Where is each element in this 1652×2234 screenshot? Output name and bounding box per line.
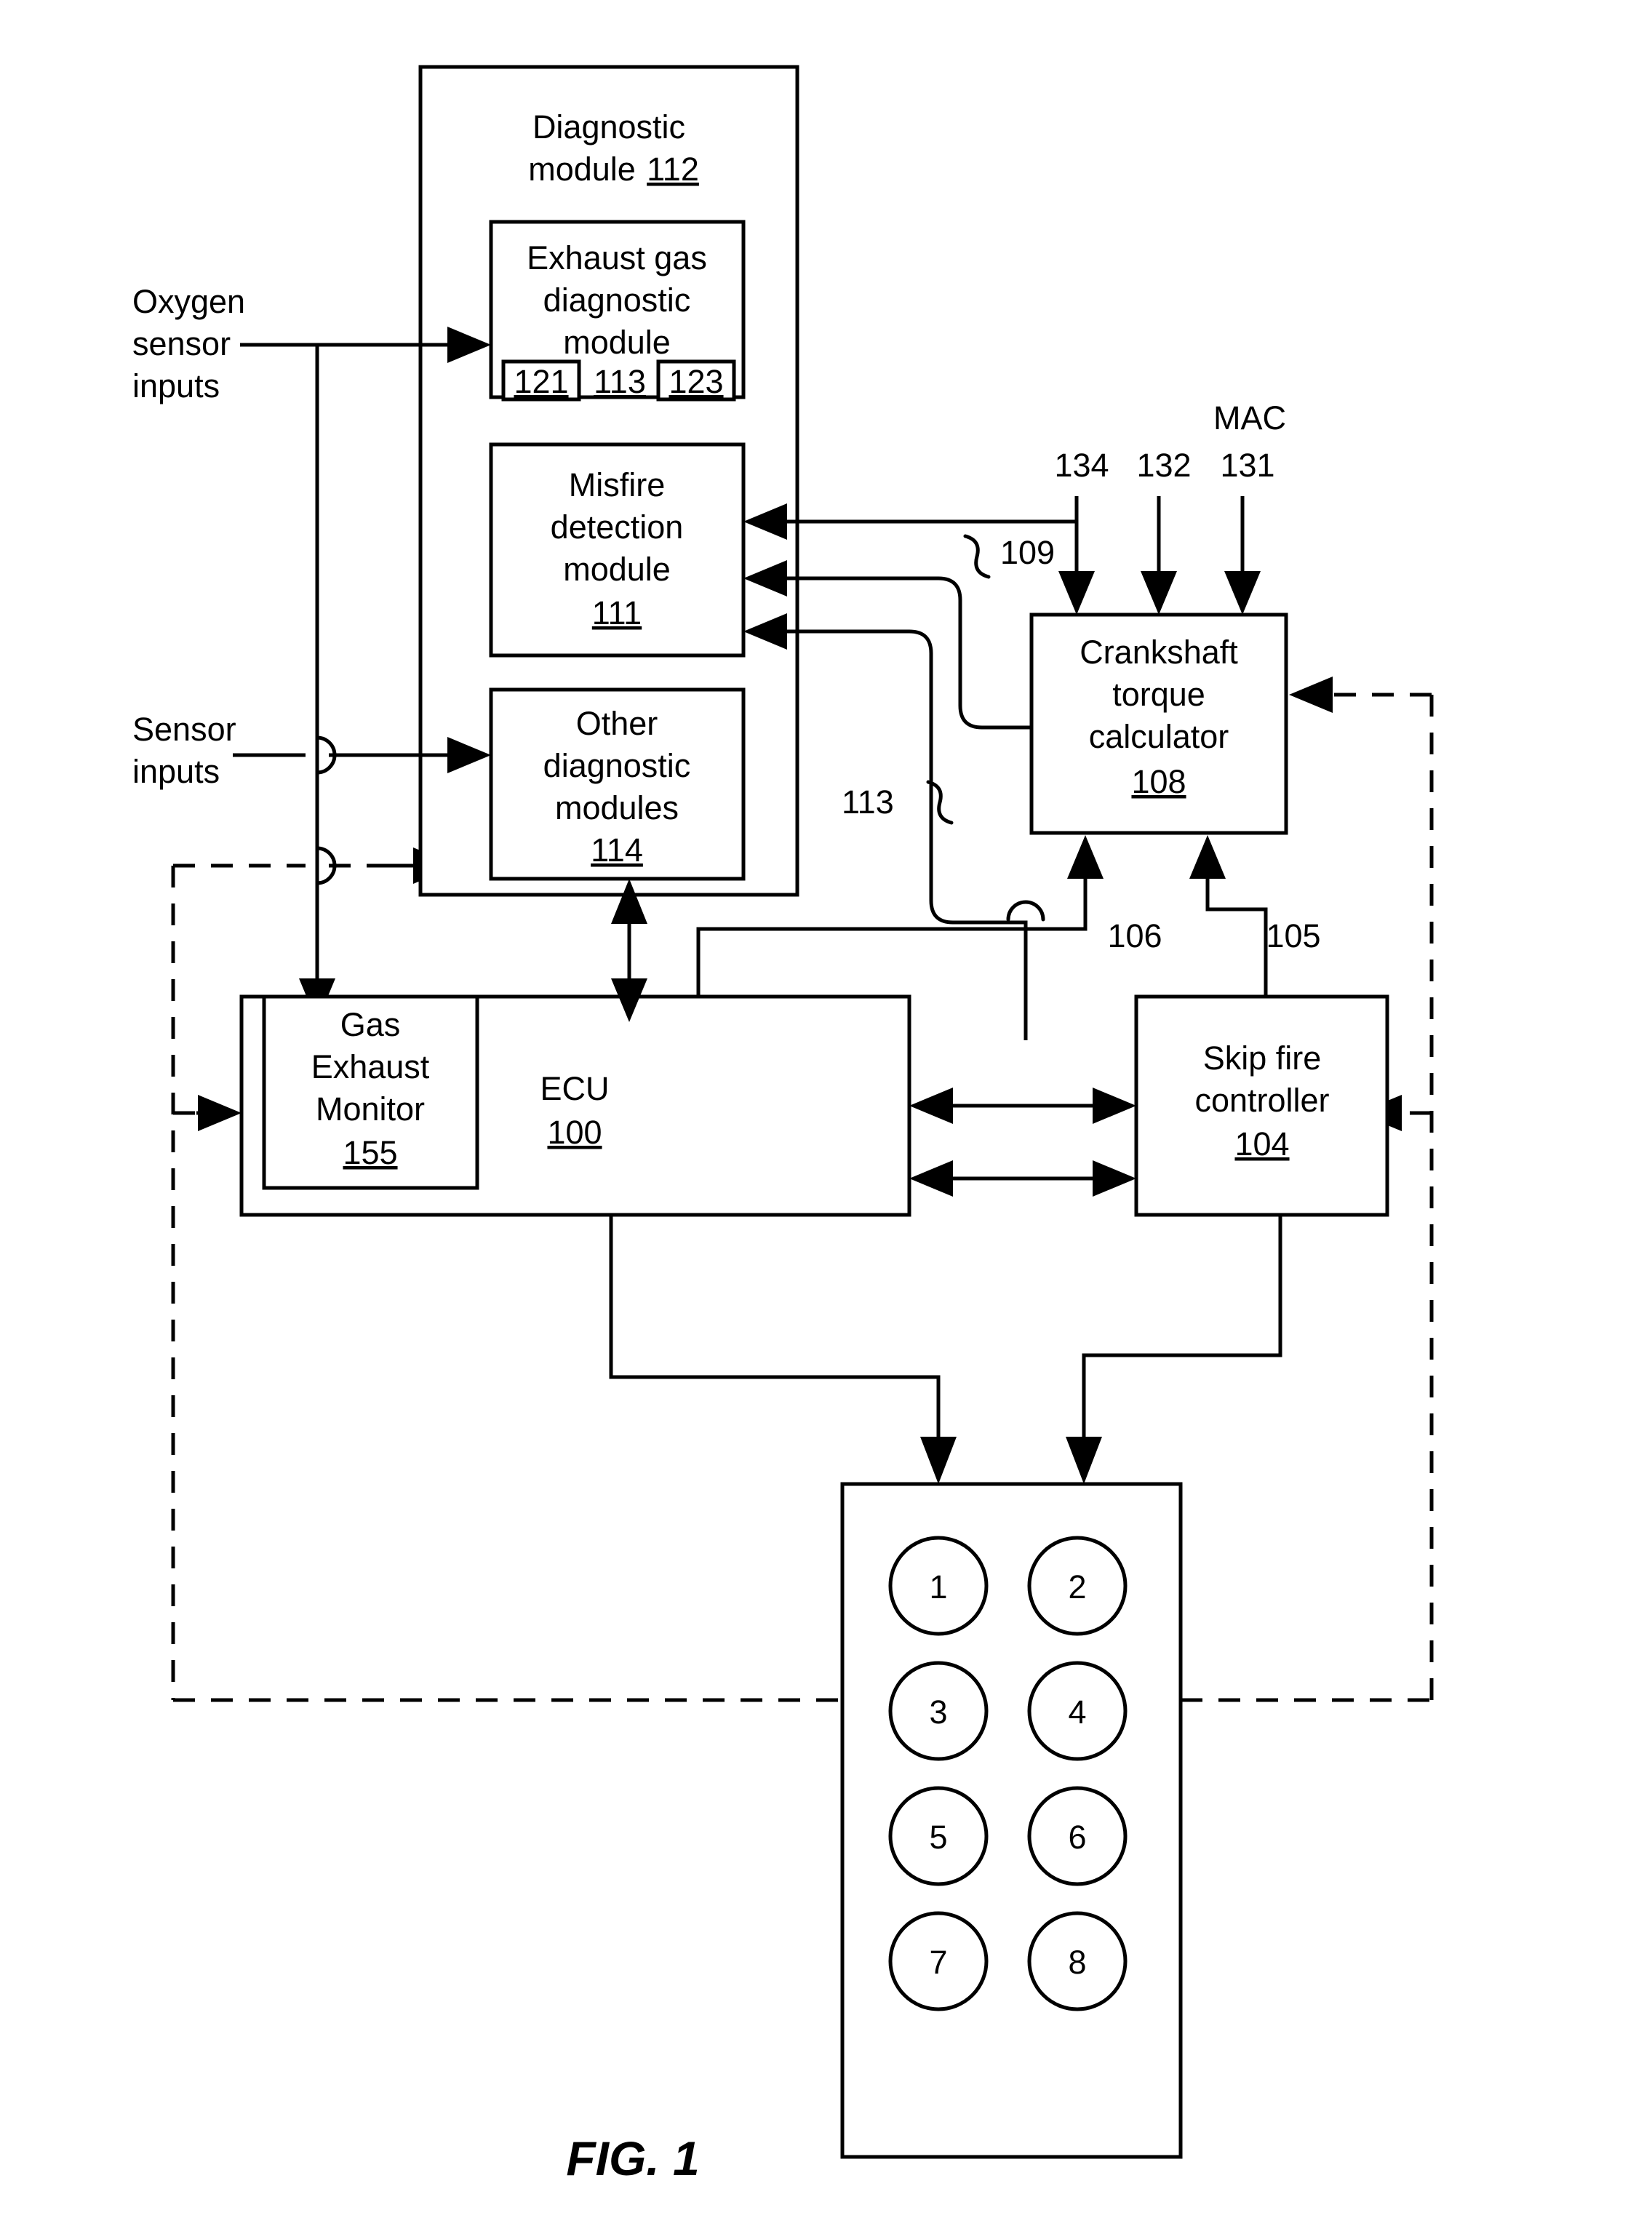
exhaust-gas-module-label-line1: Exhaust gas bbox=[527, 239, 707, 276]
signal-109-path bbox=[787, 576, 1031, 730]
signal-113-label: 113 bbox=[842, 783, 894, 821]
crankshaft-label-line1: Crankshaft bbox=[1080, 634, 1238, 671]
arrowhead-to-ecu bbox=[198, 1095, 242, 1131]
cylinder-number-3: 3 bbox=[929, 1694, 947, 1731]
skip-fire-ref: 104 bbox=[1234, 1125, 1289, 1162]
skip-fire-label-line2: controller bbox=[1194, 1082, 1329, 1119]
other-modules-label-line3: modules bbox=[555, 789, 679, 826]
signal-113-path bbox=[787, 629, 1028, 1040]
arrowhead-ecu-to-skipfire-lower bbox=[1093, 1160, 1136, 1197]
arrowhead-132-to-crankshaft bbox=[1141, 571, 1177, 615]
arrowhead-ecu-to-skipfire-upper bbox=[1093, 1088, 1136, 1124]
cylinder-number-2: 2 bbox=[1068, 1568, 1086, 1605]
misfire-module-label-line3: module bbox=[563, 551, 671, 588]
other-modules-label-line1: Other bbox=[576, 705, 658, 742]
ecu-label: ECU bbox=[540, 1070, 609, 1107]
other-modules-label-line2: diagnostic bbox=[543, 747, 691, 784]
arrowhead-106-to-crankshaft bbox=[1067, 835, 1104, 879]
diagnostic-module-label-line1: Diagnostic bbox=[532, 108, 685, 145]
cylinder-number-8: 8 bbox=[1068, 1944, 1086, 1981]
oxygen-sensor-inputs-line1: Oxygen bbox=[132, 283, 245, 320]
crankshaft-label-line3: calculator bbox=[1089, 718, 1229, 755]
gas-exhaust-monitor-ref: 155 bbox=[343, 1134, 397, 1171]
figure-caption: FIG. 1 bbox=[566, 2131, 699, 2185]
ecu-ref: 100 bbox=[547, 1114, 602, 1151]
misfire-module-ref: 111 bbox=[592, 594, 642, 631]
misfire-module-label-line1: Misfire bbox=[569, 466, 666, 503]
mac-label: MAC bbox=[1213, 399, 1286, 436]
arrowhead-skipfire-to-ecu-lower bbox=[909, 1160, 953, 1197]
ecu-to-engine-wire bbox=[609, 1215, 941, 1437]
other-modules-ref: 114 bbox=[591, 831, 643, 869]
signal-106-label: 106 bbox=[1107, 917, 1162, 954]
signal-132-label: 132 bbox=[1136, 447, 1191, 484]
oxygen-sensor-inputs-line3: inputs bbox=[132, 367, 220, 404]
diagnostic-module-label-line2: module bbox=[528, 151, 636, 188]
oxygen-sensor-inputs-line2: sensor bbox=[132, 325, 231, 362]
sensor-inputs-line1: Sensor bbox=[132, 711, 236, 748]
skipfire-to-engine-wire bbox=[1082, 1215, 1282, 1437]
exhaust-gas-module-label-line3: module bbox=[563, 324, 671, 361]
arrowhead-to-crankshaft-calculator bbox=[1289, 677, 1333, 713]
arrowhead-134-to-crankshaft bbox=[1058, 571, 1095, 615]
crankshaft-label-line2: torque bbox=[1112, 676, 1205, 713]
crankshaft-ref: 108 bbox=[1131, 763, 1186, 800]
arrowhead-131-to-crankshaft bbox=[1224, 571, 1261, 615]
cylinder-number-7: 7 bbox=[929, 1944, 947, 1981]
wire-hop-113-over-106 bbox=[1006, 900, 1045, 922]
exhaust-gas-module-label-line2: diagnostic bbox=[543, 282, 691, 319]
signal-109-leader-squiggle bbox=[963, 534, 991, 579]
cylinder-number-6: 6 bbox=[1068, 1819, 1086, 1856]
cylinder-number-5: 5 bbox=[929, 1819, 947, 1856]
exhaust-submodule-121-ref: 121 bbox=[514, 363, 568, 400]
arrowhead-105-to-crankshaft bbox=[1189, 835, 1226, 879]
cylinder-number-4: 4 bbox=[1068, 1694, 1086, 1731]
signal-105-label: 105 bbox=[1266, 917, 1320, 954]
signal-134-label: 134 bbox=[1054, 447, 1109, 484]
signal-105-path bbox=[1205, 879, 1268, 997]
figure-root: Diagnostic module 112 Exhaust gas diagno… bbox=[0, 0, 1652, 2234]
gas-exhaust-monitor-line3: Monitor bbox=[316, 1090, 425, 1128]
diagnostic-module-ref: 112 bbox=[647, 151, 699, 188]
arrowhead-skipfire-to-ecu-upper bbox=[909, 1088, 953, 1124]
misfire-module-label-line2: detection bbox=[551, 508, 684, 546]
arrowhead-ecu-to-engine bbox=[920, 1437, 957, 1484]
arrowhead-skipfire-to-engine bbox=[1066, 1437, 1102, 1484]
gas-exhaust-monitor-line1: Gas bbox=[340, 1006, 401, 1043]
skip-fire-label-line1: Skip fire bbox=[1203, 1040, 1322, 1077]
cylinder-number-1: 1 bbox=[929, 1568, 947, 1605]
signal-109-label: 109 bbox=[1000, 534, 1055, 571]
sensor-inputs-line2: inputs bbox=[132, 753, 220, 790]
gas-exhaust-monitor-line2: Exhaust bbox=[311, 1048, 430, 1085]
exhaust-submodule-123-ref: 123 bbox=[669, 363, 723, 400]
signal-131-label: 131 bbox=[1220, 447, 1274, 484]
exhaust-submodule-113-ref: 113 bbox=[594, 363, 646, 400]
patent-figure-svg: Diagnostic module 112 Exhaust gas diagno… bbox=[132, 65, 1434, 2185]
